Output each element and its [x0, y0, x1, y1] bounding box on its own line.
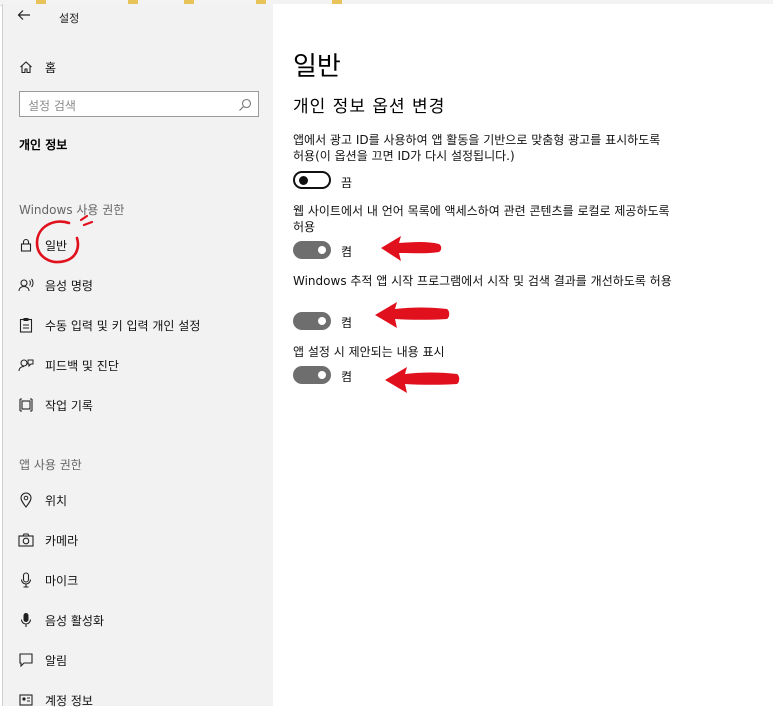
sidebar-item-voice-activation[interactable]: 음성 활성화 [3, 603, 273, 637]
sidebar-item-label: 위치 [45, 493, 68, 508]
search-icon [238, 97, 252, 111]
sidebar-item-label: 알림 [45, 653, 68, 668]
timeline-icon [18, 397, 34, 413]
sidebar-item-label: 계정 정보 [45, 693, 93, 708]
sidebar-item-account-info[interactable]: 계정 정보 [3, 683, 273, 708]
sidebar-item-speech[interactable]: 음성 명령 [3, 268, 273, 302]
feedback-icon [18, 357, 34, 373]
sidebar-item-label: 카메라 [45, 533, 79, 548]
main-content: 일반 개인 정보 옵션 변경 앱에서 광고 ID를 사용하여 앱 활동을 기반으… [273, 4, 773, 706]
option-advertising-id-desc: 앱에서 광고 ID를 사용하여 앱 활동을 기반으로 맞춤형 광고를 표시하도록… [293, 133, 661, 163]
sidebar-item-label: 마이크 [45, 573, 79, 588]
sidebar-item-microphone[interactable]: 마이크 [3, 563, 273, 597]
red-arrow-annotation [385, 367, 460, 393]
sidebar: 설정 홈 설정 검색 개인 정보 Windows 사용 권한 일반 음성 명령 … [3, 4, 273, 708]
search-input[interactable]: 설정 검색 [19, 91, 259, 117]
notification-icon [18, 652, 34, 668]
clipboard-icon [18, 317, 34, 333]
speech-icon [18, 277, 34, 293]
back-button[interactable] [17, 8, 35, 26]
nav-home-label: 홈 [45, 60, 57, 75]
sidebar-item-location[interactable]: 위치 [3, 483, 273, 517]
page-subtitle: 개인 정보 옵션 변경 [293, 97, 446, 117]
home-icon [18, 59, 34, 75]
toggle-knob [299, 176, 308, 185]
sidebar-item-camera[interactable]: 카메라 [3, 523, 273, 557]
toggle-state-label: 켬 [341, 245, 353, 259]
toggle-app-launch[interactable] [293, 312, 331, 330]
group-label-app: 앱 사용 권한 [19, 458, 82, 472]
back-arrow-icon [17, 10, 30, 20]
sidebar-item-notifications[interactable]: 알림 [3, 643, 273, 677]
red-circle-annotation [35, 214, 94, 264]
sidebar-item-label: 음성 명령 [45, 278, 93, 293]
toggle-knob [318, 371, 326, 379]
camera-icon [18, 532, 34, 548]
microphone-icon [18, 572, 34, 588]
window-title: 설정 [59, 12, 80, 25]
toggle-state-label: 끔 [341, 176, 353, 190]
toggle-knob [318, 246, 326, 254]
title-bar: 설정 [3, 4, 273, 30]
voice-activation-icon [18, 612, 34, 628]
toggle-state-label: 켬 [341, 316, 353, 330]
toggle-knob [318, 317, 326, 325]
page-title: 일반 [293, 52, 341, 82]
nav-home[interactable]: 홈 [3, 50, 273, 84]
sidebar-item-label: 수동 입력 및 키 입력 개인 설정 [45, 318, 201, 333]
section-title: 개인 정보 [19, 138, 68, 152]
toggle-advertising-id[interactable] [293, 171, 331, 189]
toggle-suggested-content[interactable] [293, 366, 331, 384]
toggle-language-list[interactable] [293, 241, 331, 259]
location-icon [18, 492, 34, 508]
sidebar-item-inking[interactable]: 수동 입력 및 키 입력 개인 설정 [3, 308, 273, 342]
red-arrow-annotation [375, 302, 450, 328]
red-arrow-annotation [381, 236, 442, 261]
search-placeholder: 설정 검색 [28, 99, 76, 113]
option-language-list-desc: 웹 사이트에서 내 언어 목록에 액세스하여 관련 콘텐츠를 로컬로 제공하도록… [293, 204, 670, 234]
sidebar-item-activity-history[interactable]: 작업 기록 [3, 388, 273, 422]
toggle-state-label: 켬 [341, 370, 353, 384]
option-app-launch-desc: Windows 추적 앱 시작 프로그램에서 시작 및 검색 결과를 개선하도록… [293, 274, 672, 288]
sidebar-item-label: 음성 활성화 [45, 613, 105, 628]
option-suggested-content-desc: 앱 설정 시 제안되는 내용 표시 [293, 345, 445, 359]
settings-window: 설정 홈 설정 검색 개인 정보 Windows 사용 권한 일반 음성 명령 … [2, 4, 773, 708]
account-info-icon [18, 692, 34, 708]
sidebar-item-feedback[interactable]: 피드백 및 진단 [3, 348, 273, 382]
sidebar-item-label: 피드백 및 진단 [45, 358, 119, 373]
sidebar-item-label: 작업 기록 [45, 398, 93, 413]
